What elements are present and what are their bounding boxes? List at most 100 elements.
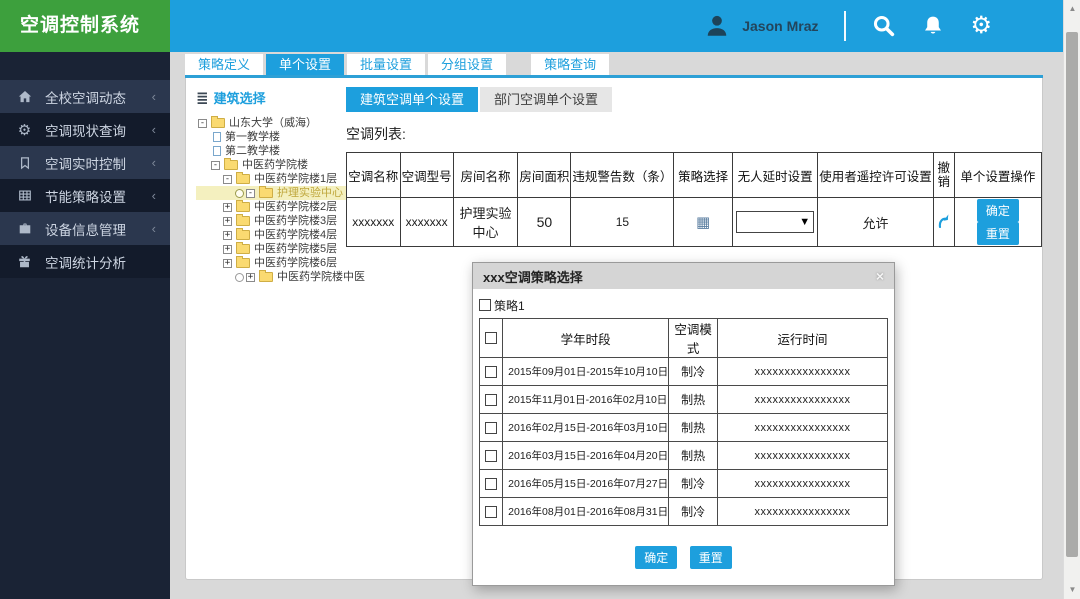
cell-runtime: xxxxxxxxxxxxxxxx [717,469,888,498]
sidebar-item-energy-policy-settings[interactable]: 节能策略设置 ‹ [0,179,170,212]
sidebar-item-ac-current-query[interactable]: ⚙ 空调现状查询 ‹ [0,113,170,146]
row-confirm-button[interactable]: 确定 [976,199,1019,222]
cell-period: 2015年09月01日-2015年10月10日 [502,357,670,386]
chevron-left-icon: ‹ [151,89,156,104]
unmanned-delay-select[interactable] [736,211,815,233]
tree-title-label: 建筑选择 [213,91,266,106]
tree-node[interactable]: + 中医药学院楼5层 [196,242,354,256]
row-checkbox[interactable] [485,421,498,434]
row-checkbox[interactable] [485,393,498,406]
tree-node[interactable]: 第一教学楼 [196,130,354,144]
table-icon [16,189,33,202]
sidebar-item-ac-statistics-analysis[interactable]: 空调统计分析 [0,245,170,278]
tree-node[interactable]: + 中医药学院楼中医 [196,270,365,284]
select-all-checkbox[interactable] [485,332,498,344]
folder-icon [224,158,238,170]
sidebar-item-campus-ac-status[interactable]: 全校空调动态 ‹ [0,80,170,113]
policy-select-dialog: xxx空调策略选择 × 策略1 学年时段 空调模式 运行时间 2015年09月0… [472,262,895,586]
tree-node[interactable]: - 中医药学院楼1层 [196,172,354,186]
col-remote-permission: 使用者遥控许可设置 [817,152,934,198]
revoke-undo-icon[interactable] [937,213,950,231]
cell-mode: 制冷 [668,469,719,498]
scrollbar-thumb[interactable] [1066,32,1078,557]
row-checkbox[interactable] [485,449,498,462]
row-checkbox[interactable] [485,477,498,490]
search-icon[interactable] [872,14,896,38]
notifications-bell-icon[interactable] [922,14,944,38]
row-checkbox[interactable] [485,365,498,378]
top-header: 空调控制系统 Jason Mraz ⚙ [0,0,1080,52]
collapse-icon[interactable]: - [211,160,220,170]
collapse-icon[interactable]: - [223,174,232,184]
user-avatar-icon[interactable] [704,13,730,39]
tree-node-selected[interactable]: - 护理实验中心 [196,186,346,200]
expand-icon[interactable]: + [223,244,232,254]
cell-runtime: xxxxxxxxxxxxxxxx [717,441,888,470]
tab-policy-definition[interactable]: 策略定义 [185,54,264,75]
subtab-department-ac-single[interactable]: 部门空调单个设置 [480,87,613,112]
col-revoke: 撤销 [932,152,955,198]
row-reset-button[interactable]: 重置 [976,222,1019,245]
expand-icon[interactable]: + [223,230,232,240]
radio-icon[interactable] [235,188,244,198]
collapse-icon[interactable]: - [246,188,255,198]
collapse-icon[interactable]: - [198,118,207,128]
row-checkbox[interactable] [485,505,498,518]
list-icon: ≣ [196,89,209,107]
cell-runtime: xxxxxxxxxxxxxxxx [717,413,888,442]
folder-icon [236,172,250,184]
ac-list-table: 空调名称 空调型号 房间名称 房间面积 违规警告数（条） 策略选择 无人延时设置… [346,152,1043,247]
col-room-area: 房间面积 [517,152,572,198]
chevron-left-icon: ‹ [151,155,156,170]
dialog-reset-button[interactable]: 重置 [689,546,732,569]
close-icon[interactable]: × [876,268,884,284]
sidebar-item-device-info-management[interactable]: 设备信息管理 ‹ [0,212,170,245]
vertical-scrollbar[interactable]: ▲ ▼ [1063,0,1080,599]
folder-icon [259,186,273,198]
chevron-left-icon: ‹ [151,188,156,203]
expand-icon[interactable]: + [223,216,232,226]
tab-group-setting[interactable]: 分组设置 [428,54,507,75]
tab-policy-query[interactable]: 策略查询 [531,54,610,75]
dialog-confirm-button[interactable]: 确定 [635,546,678,569]
sidebar-item-ac-realtime-control[interactable]: 空调实时控制 ‹ [0,146,170,179]
folder-icon [236,214,250,226]
tree-node[interactable]: 第二教学楼 [196,144,354,158]
col-academic-period: 学年时段 [502,318,670,358]
folder-icon [236,200,250,212]
file-icon [213,132,221,142]
expand-icon[interactable]: + [223,258,232,268]
cell-period: 2015年11月01日-2016年02月10日 [502,385,670,414]
settings-gear-icon[interactable]: ⚙ [970,14,992,38]
col-ac-mode: 空调模式 [668,318,719,358]
col-unmanned-delay: 无人延时设置 [731,152,819,198]
scroll-down-arrow-icon[interactable]: ▼ [1064,583,1080,597]
radio-icon[interactable] [235,272,244,282]
policy-select-icon[interactable]: ▦ [696,214,710,231]
user-name: Jason Mraz [742,18,819,34]
folder-icon [236,228,250,240]
scroll-up-arrow-icon[interactable]: ▲ [1064,2,1080,16]
expand-icon[interactable]: + [246,272,255,282]
tab-single-setting[interactable]: 单个设置 [266,54,345,75]
tree-node-label: 第一教学楼 [225,131,280,143]
tree-node-label: 中医药学院楼1层 [254,173,338,185]
col-policy-select: 策略选择 [673,152,733,198]
sidebar-item-label: 空调实时控制 [45,156,126,172]
folder-icon [211,116,225,128]
tree-node[interactable]: - 山东大学（威海） [196,116,354,130]
policy1-checkbox[interactable] [479,299,491,311]
tree-node[interactable]: - 中医药学院楼 [196,158,354,172]
cell-warnings: 15 [570,197,675,247]
tab-batch-setting[interactable]: 批量设置 [347,54,426,75]
tree-node[interactable]: + 中医药学院楼3层 [196,214,354,228]
tree-node[interactable]: + 中医药学院楼4层 [196,228,354,242]
subtab-building-ac-single[interactable]: 建筑空调单个设置 [346,87,479,112]
tree-node[interactable]: + 中医药学院楼2层 [196,200,354,214]
col-room-name: 房间名称 [452,152,519,198]
tree-node[interactable]: + 中医药学院楼6层 [196,256,354,270]
expand-icon[interactable]: + [223,202,232,212]
cell-ac-name: xxxxxxx [346,197,401,247]
table-row: 2015年09月01日-2015年10月10日 制冷 xxxxxxxxxxxxx… [478,357,888,386]
building-tree: ≣ 建筑选择 - 山东大学（威海） 第一教学楼 第二教学楼 - 中医药学院楼 -… [196,88,365,284]
